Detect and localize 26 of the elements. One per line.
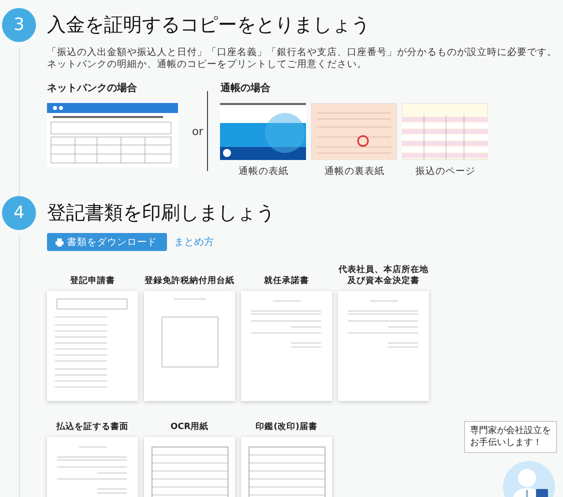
guide-link[interactable]: まとめ方 bbox=[174, 235, 214, 249]
step-description: ネットバンクの明細か、通帳のコピーをプリントしてご用意ください。 bbox=[47, 59, 367, 71]
step-description: 「振込の入出金額や振込人と日付」「口座名義」「銀行名や支店、口座番号」が分かるものが設立時に必要です。 bbox=[47, 47, 557, 59]
document-title: 及び資本金決定書 bbox=[348, 276, 420, 287]
help-message: 専門家が会社設立を bbox=[470, 425, 551, 437]
image-caption: 通帳の裏表紙 bbox=[323, 165, 386, 178]
or-label: or bbox=[192, 124, 204, 138]
document-title: 登録免許税納付用台紙 bbox=[144, 276, 234, 287]
step-title: 入金を証明するコピーをとりましょう bbox=[47, 13, 371, 37]
advisor-avatar-icon bbox=[502, 460, 556, 497]
image-caption: 振込のページ bbox=[414, 165, 476, 178]
document-title: OCR用紙 bbox=[170, 422, 208, 433]
section-heading: 通帳の場合 bbox=[220, 82, 272, 95]
document-title: 就任承諾書 bbox=[264, 276, 309, 287]
document-title: 払込を証する書面 bbox=[56, 422, 128, 433]
image-caption: 通帳の表紙 bbox=[237, 165, 290, 178]
document-title: 登記申請書 bbox=[70, 276, 115, 287]
help-message: お手伝いします！ bbox=[470, 437, 543, 449]
download-button[interactable]: 書類をダウンロード bbox=[47, 233, 167, 251]
step-title: 登記書類を印刷しましょう bbox=[47, 201, 276, 225]
document-title: 印鑑(改印)届書 bbox=[256, 422, 318, 433]
step-number: 3 bbox=[2, 8, 36, 42]
printer-icon bbox=[55, 238, 64, 246]
step-number: 4 bbox=[2, 196, 36, 230]
document-title: 代表社員、本店所在地 bbox=[338, 265, 428, 276]
section-heading: ネットバンクの場合 bbox=[47, 82, 138, 95]
